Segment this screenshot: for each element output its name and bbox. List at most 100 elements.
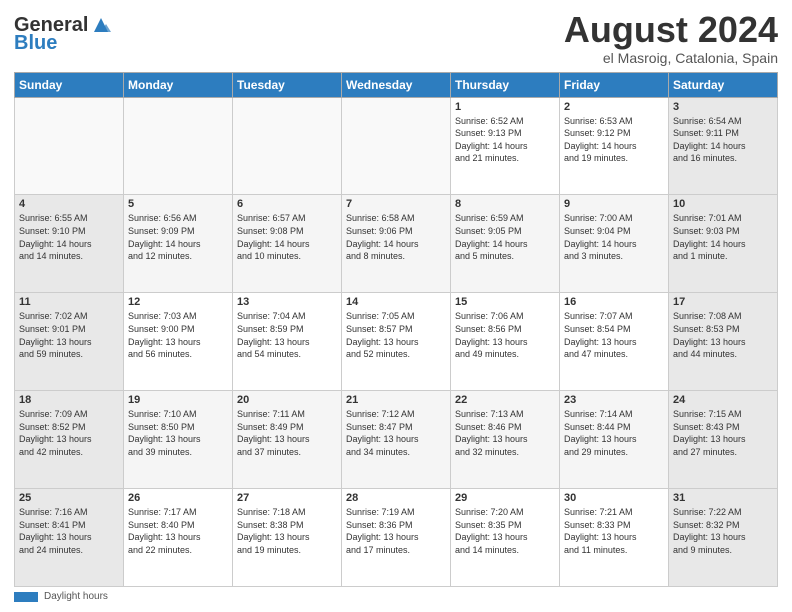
day-number: 11 — [19, 296, 119, 308]
day-info: Sunrise: 7:01 AM Sunset: 9:03 PM Dayligh… — [673, 212, 773, 262]
day-number: 4 — [19, 198, 119, 210]
day-number: 19 — [128, 394, 228, 406]
col-sunday: Sunday — [15, 72, 124, 97]
day-number: 8 — [455, 198, 555, 210]
logo-icon — [90, 14, 112, 36]
day-info: Sunrise: 7:18 AM Sunset: 8:38 PM Dayligh… — [237, 506, 337, 556]
table-row: 26Sunrise: 7:17 AM Sunset: 8:40 PM Dayli… — [124, 489, 233, 587]
logo-blue: Blue — [14, 32, 57, 54]
table-row: 17 Sunrise: 7:08 AM Sunset: 8:53 PM Dayli… — [669, 293, 778, 391]
day-info: Sunrise: 7:02 AM Sunset: 9:01 PM Dayligh… — [19, 310, 119, 360]
day-number: 23 — [564, 394, 664, 406]
table-row: 30 Sunrise: 7:21 AM Sunset: 8:33 PM Dayli… — [560, 489, 669, 587]
calendar-table: Sunday Monday Tuesday Wednesday Thursday… — [14, 72, 778, 587]
table-row: 2 Sunrise: 6:53 AM Sunset: 9:12 PM Daylig… — [560, 97, 669, 195]
table-row: 9 Sunrise: 7:00 AM Sunset: 9:04 PM Daylig… — [560, 195, 669, 293]
table-row: 23 Sunrise: 7:14 AM Sunset: 8:44 PM Dayli… — [560, 391, 669, 489]
day-number: 3 — [673, 101, 773, 113]
table-row: 20Sunrise: 7:11 AM Sunset: 8:49 PM Dayli… — [233, 391, 342, 489]
month-title: August 2024 — [564, 10, 778, 50]
table-row: 28 Sunrise: 7:19 AM Sunset: 8:36 PM Dayli… — [342, 489, 451, 587]
table-row: 29 Sunrise: 7:20 AM Sunset: 8:35 PM Dayli… — [451, 489, 560, 587]
day-info: Sunrise: 7:15 AM Sunset: 8:43 PM Dayligh… — [673, 408, 773, 458]
table-row: 21 Sunrise: 7:12 AM Sunset: 8:47 PM Dayli… — [342, 391, 451, 489]
table-row: 24Sunrise: 7:15 AM Sunset: 8:43 PM Dayli… — [669, 391, 778, 489]
table-row: 12 Sunrise: 7:03 AM Sunset: 9:00 PM Dayli… — [124, 293, 233, 391]
table-row: 13 Sunrise: 7:04 AM Sunset: 8:59 PM Dayli… — [233, 293, 342, 391]
table-row — [124, 97, 233, 195]
day-number: 17 — [673, 296, 773, 308]
daylight-label: Daylight hours — [44, 591, 108, 602]
day-info: Sunrise: 7:19 AM Sunset: 8:36 PM Dayligh… — [346, 506, 446, 556]
footer: Daylight hours — [14, 591, 778, 602]
day-number: 31 — [673, 492, 773, 504]
calendar-header-row: Sunday Monday Tuesday Wednesday Thursday… — [15, 72, 778, 97]
day-info: Sunrise: 7:05 AM Sunset: 8:57 PM Dayligh… — [346, 310, 446, 360]
day-number: 13 — [237, 296, 337, 308]
table-row: 5 Sunrise: 6:56 AM Sunset: 9:09 PM Daylig… — [124, 195, 233, 293]
day-info: Sunrise: 7:12 AM Sunset: 8:47 PM Dayligh… — [346, 408, 446, 458]
day-number: 10 — [673, 198, 773, 210]
day-info: Sunrise: 7:14 AM Sunset: 8:44 PM Dayligh… — [564, 408, 664, 458]
day-number: 21 — [346, 394, 446, 406]
day-number: 29 — [455, 492, 555, 504]
day-number: 5 — [128, 198, 228, 210]
day-info: Sunrise: 7:07 AM Sunset: 8:54 PM Dayligh… — [564, 310, 664, 360]
day-info: Sunrise: 7:06 AM Sunset: 8:56 PM Dayligh… — [455, 310, 555, 360]
col-tuesday: Tuesday — [233, 72, 342, 97]
day-info: Sunrise: 7:08 AM Sunset: 8:53 PM Dayligh… — [673, 310, 773, 360]
table-row: 6 Sunrise: 6:57 AM Sunset: 9:08 PM Daylig… — [233, 195, 342, 293]
calendar-week-row: 18 Sunrise: 7:09 AM Sunset: 8:52 PM Dayli… — [15, 391, 778, 489]
day-info: Sunrise: 7:21 AM Sunset: 8:33 PM Dayligh… — [564, 506, 664, 556]
day-number: 28 — [346, 492, 446, 504]
day-number: 30 — [564, 492, 664, 504]
day-info: Sunrise: 7:10 AM Sunset: 8:50 PM Dayligh… — [128, 408, 228, 458]
day-number: 27 — [237, 492, 337, 504]
daylight-bar-icon — [14, 592, 38, 602]
calendar-week-row: 1Sunrise: 6:52 AM Sunset: 9:13 PM Daylig… — [15, 97, 778, 195]
table-row — [233, 97, 342, 195]
table-row: 16 Sunrise: 7:07 AM Sunset: 8:54 PM Dayli… — [560, 293, 669, 391]
table-row: 11 Sunrise: 7:02 AM Sunset: 9:01 PM Dayli… — [15, 293, 124, 391]
day-info: Sunrise: 6:56 AM Sunset: 9:09 PM Dayligh… — [128, 212, 228, 262]
day-number: 15 — [455, 296, 555, 308]
table-row: 4 Sunrise: 6:55 AM Sunset: 9:10 PM Daylig… — [15, 195, 124, 293]
calendar-week-row: 4 Sunrise: 6:55 AM Sunset: 9:10 PM Daylig… — [15, 195, 778, 293]
day-info: Sunrise: 6:53 AM Sunset: 9:12 PM Dayligh… — [564, 115, 664, 165]
day-info: Sunrise: 6:55 AM Sunset: 9:10 PM Dayligh… — [19, 212, 119, 262]
logo: General Blue — [14, 14, 112, 54]
day-number: 18 — [19, 394, 119, 406]
table-row: 3Sunrise: 6:54 AM Sunset: 9:11 PM Daylig… — [669, 97, 778, 195]
day-info: Sunrise: 7:20 AM Sunset: 8:35 PM Dayligh… — [455, 506, 555, 556]
day-number: 6 — [237, 198, 337, 210]
day-number: 16 — [564, 296, 664, 308]
title-block: August 2024 el Masroig, Catalonia, Spain — [564, 10, 778, 66]
day-info: Sunrise: 7:22 AM Sunset: 8:32 PM Dayligh… — [673, 506, 773, 556]
day-number: 2 — [564, 101, 664, 113]
col-thursday: Thursday — [451, 72, 560, 97]
day-number: 22 — [455, 394, 555, 406]
day-number: 12 — [128, 296, 228, 308]
calendar-week-row: 11 Sunrise: 7:02 AM Sunset: 9:01 PM Dayli… — [15, 293, 778, 391]
day-info: Sunrise: 7:03 AM Sunset: 9:00 PM Dayligh… — [128, 310, 228, 360]
day-info: Sunrise: 7:16 AM Sunset: 8:41 PM Dayligh… — [19, 506, 119, 556]
day-info: Sunrise: 7:09 AM Sunset: 8:52 PM Dayligh… — [19, 408, 119, 458]
table-row: 27 Sunrise: 7:18 AM Sunset: 8:38 PM Dayli… — [233, 489, 342, 587]
day-number: 9 — [564, 198, 664, 210]
table-row: 18 Sunrise: 7:09 AM Sunset: 8:52 PM Dayli… — [15, 391, 124, 489]
col-monday: Monday — [124, 72, 233, 97]
table-row — [342, 97, 451, 195]
calendar-week-row: 25Sunrise: 7:16 AM Sunset: 8:41 PM Dayli… — [15, 489, 778, 587]
table-row: 31 Sunrise: 7:22 AM Sunset: 8:32 PM Dayli… — [669, 489, 778, 587]
day-number: 14 — [346, 296, 446, 308]
table-row: 25Sunrise: 7:16 AM Sunset: 8:41 PM Dayli… — [15, 489, 124, 587]
table-row: 8Sunrise: 6:59 AM Sunset: 9:05 PM Daylig… — [451, 195, 560, 293]
page: General Blue August 2024 el Masroig, Cat… — [0, 0, 792, 612]
day-info: Sunrise: 7:00 AM Sunset: 9:04 PM Dayligh… — [564, 212, 664, 262]
day-info: Sunrise: 7:04 AM Sunset: 8:59 PM Dayligh… — [237, 310, 337, 360]
table-row: 15 Sunrise: 7:06 AM Sunset: 8:56 PM Dayli… — [451, 293, 560, 391]
day-info: Sunrise: 7:13 AM Sunset: 8:46 PM Dayligh… — [455, 408, 555, 458]
location: el Masroig, Catalonia, Spain — [564, 50, 778, 66]
day-number: 20 — [237, 394, 337, 406]
day-info: Sunrise: 6:57 AM Sunset: 9:08 PM Dayligh… — [237, 212, 337, 262]
